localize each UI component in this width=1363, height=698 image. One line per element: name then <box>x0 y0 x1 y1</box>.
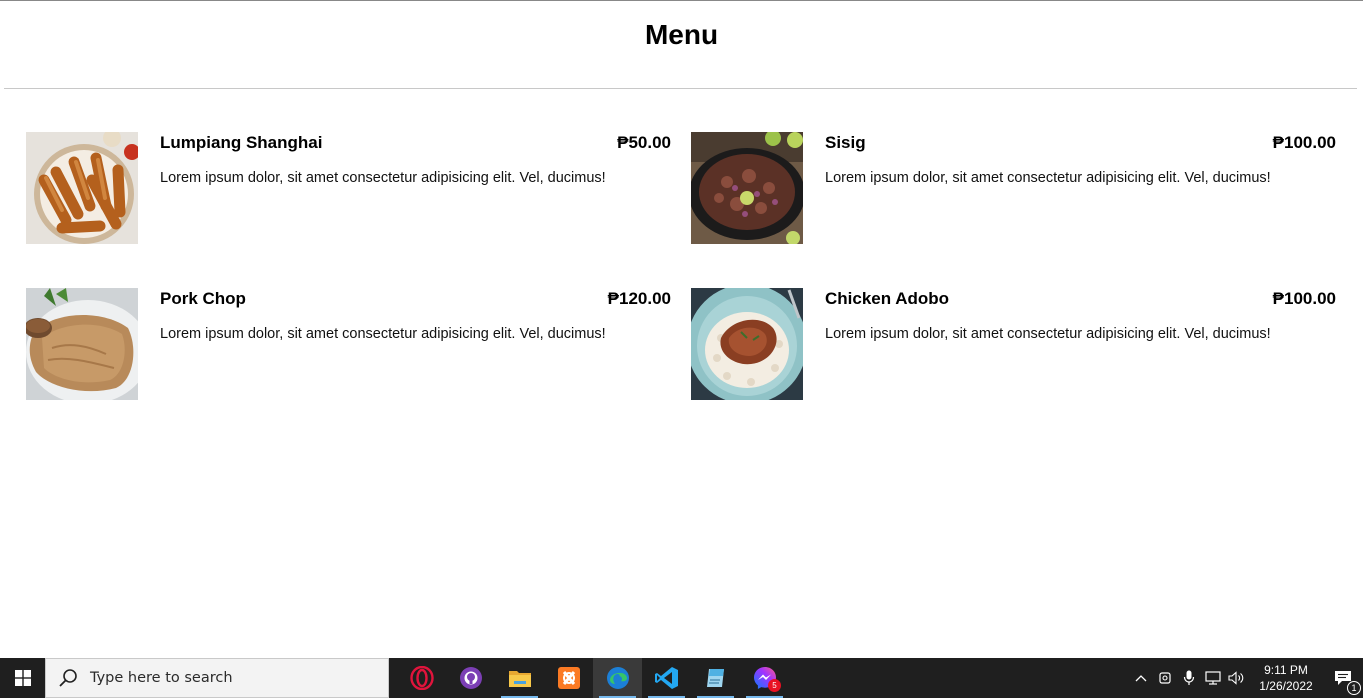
pork-chop-photo <box>26 288 138 400</box>
menu-page: Menu Lumpiang Shanghai ₱50.00 Lorem ipsu… <box>0 0 1363 658</box>
item-price: ₱100.00 <box>1272 133 1336 152</box>
item-description: Lorem ipsum dolor, sit amet consectetur … <box>825 170 1271 186</box>
vscode-icon <box>654 667 678 689</box>
lumpia-photo <box>26 132 138 244</box>
page-title: Menu <box>644 19 719 50</box>
item-price: ₱50.00 <box>617 133 671 152</box>
search-placeholder: Type here to search <box>90 670 233 686</box>
start-button[interactable] <box>0 658 45 698</box>
taskbar-app-file-explorer[interactable] <box>495 658 544 698</box>
menu-grid: Lumpiang Shanghai ₱50.00 Lorem ipsum dol… <box>26 132 1336 400</box>
microphone-icon <box>1183 670 1195 685</box>
item-name: Pork Chop <box>160 289 246 308</box>
meet-now-button[interactable] <box>1153 658 1177 698</box>
opera-icon <box>409 666 434 690</box>
menu-item: Lumpiang Shanghai ₱50.00 Lorem ipsum dol… <box>26 132 671 244</box>
xampp-icon <box>557 667 580 689</box>
menu-item: Chicken Adobo ₱100.00 Lorem ipsum dolor,… <box>691 288 1336 400</box>
item-info: Sisig ₱100.00 Lorem ipsum dolor, sit ame… <box>825 132 1336 244</box>
item-info: Chicken Adobo ₱100.00 Lorem ipsum dolor,… <box>825 288 1336 400</box>
file-explorer-icon <box>508 671 531 687</box>
action-center-button[interactable]: 1 <box>1323 658 1363 698</box>
github-desktop-icon <box>459 667 482 689</box>
notepad-icon <box>706 669 724 687</box>
menu-item: Pork Chop ₱120.00 Lorem ipsum dolor, sit… <box>26 288 671 400</box>
item-description: Lorem ipsum dolor, sit amet consectetur … <box>160 326 606 342</box>
item-info: Pork Chop ₱120.00 Lorem ipsum dolor, sit… <box>160 288 671 400</box>
edge-icon <box>606 667 629 689</box>
taskbar-app-edge[interactable] <box>593 658 642 698</box>
taskbar-app-notepad[interactable] <box>691 658 740 698</box>
taskbar-search-input[interactable]: Type here to search <box>45 658 389 698</box>
messenger-unread-badge: 5 <box>768 679 781 692</box>
taskbar-app-messenger[interactable]: 5 <box>740 658 789 698</box>
sisig-photo <box>691 132 803 244</box>
item-description: Lorem ipsum dolor, sit amet consectetur … <box>160 170 606 186</box>
network-icon <box>1205 671 1221 685</box>
clock-time: 9:11 PM <box>1264 663 1308 677</box>
search-icon <box>59 669 77 687</box>
menu-item: Sisig ₱100.00 Lorem ipsum dolor, sit ame… <box>691 132 1336 244</box>
taskbar-clock[interactable]: 9:11 PM 1/26/2022 <box>1249 662 1323 694</box>
windows-logo-icon <box>14 670 31 686</box>
item-name: Lumpiang Shanghai <box>160 133 323 152</box>
volume-button[interactable] <box>1225 658 1249 698</box>
show-hidden-icons-button[interactable] <box>1129 658 1153 698</box>
item-price: ₱120.00 <box>607 289 671 308</box>
title-divider <box>4 88 1357 89</box>
item-name: Chicken Adobo <box>825 289 950 308</box>
taskbar: Type here to search 5 9:11 PM 1/26/2022 … <box>0 658 1363 698</box>
taskbar-apps: 5 <box>397 658 789 698</box>
volume-icon <box>1228 671 1244 685</box>
clock-date: 1/26/2022 <box>1259 679 1313 693</box>
meet-now-icon <box>1159 672 1171 684</box>
item-price: ₱100.00 <box>1272 289 1336 308</box>
taskbar-app-xampp[interactable] <box>544 658 593 698</box>
notification-count-badge: 1 <box>1347 681 1361 695</box>
taskbar-app-vscode[interactable] <box>642 658 691 698</box>
taskbar-app-github-desktop[interactable] <box>446 658 495 698</box>
chicken-adobo-photo <box>691 288 803 400</box>
system-tray: 9:11 PM 1/26/2022 1 <box>1129 658 1363 698</box>
chevron-up-icon <box>1135 675 1147 682</box>
item-name: Sisig <box>825 133 866 152</box>
network-button[interactable] <box>1201 658 1225 698</box>
item-info: Lumpiang Shanghai ₱50.00 Lorem ipsum dol… <box>160 132 671 244</box>
item-description: Lorem ipsum dolor, sit amet consectetur … <box>825 326 1271 342</box>
taskbar-app-opera[interactable] <box>397 658 446 698</box>
microphone-button[interactable] <box>1177 658 1201 698</box>
